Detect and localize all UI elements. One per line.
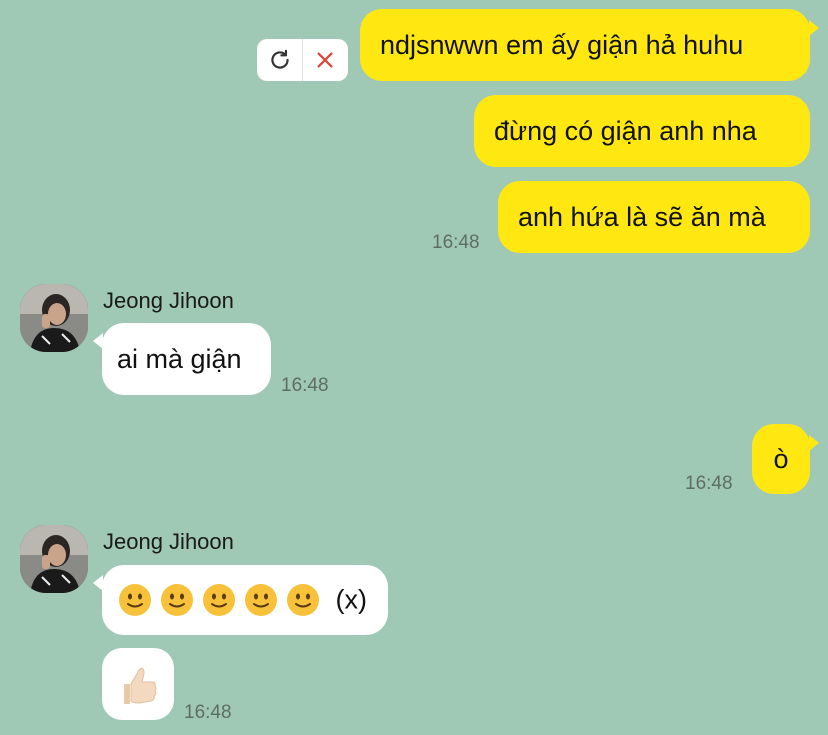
message-text: ai mà giận [117,344,242,374]
message-text: ndjsnwwn em ấy giận hả huhu [380,30,744,60]
incoming-message[interactable] [102,648,174,720]
outgoing-message[interactable]: ndjsnwwn em ấy giận hả huhu [360,9,810,81]
message-timestamp: 16:48 [184,702,232,723]
bubble-tail [93,333,103,349]
message-text: (x) [335,584,367,615]
slightly-smiling-face-icon [119,584,151,616]
slightly-smiling-face-icon [161,584,193,616]
message-timestamp: 16:48 [432,232,480,253]
bubble-tail [93,575,103,591]
sender-name: Jeong Jihoon [103,288,234,313]
bubble-tail [809,435,819,451]
slightly-smiling-face-icon [203,584,235,616]
delete-button[interactable] [303,39,348,81]
message-text: đừng có giận anh nha [494,116,757,146]
incoming-message[interactable]: ai mà giận [102,323,271,395]
incoming-message[interactable]: (x) [102,565,388,635]
avatar[interactable] [20,525,88,593]
emoji-row [118,583,328,616]
message-text: anh hứa là sẽ ăn mà [518,202,766,232]
thumbs-up-icon [124,667,157,704]
retry-button[interactable] [257,39,302,81]
close-icon [317,52,334,68]
message-text: ò [773,444,789,474]
message-timestamp: 16:48 [685,473,733,494]
outgoing-message[interactable]: anh hứa là sẽ ăn mà [498,181,810,253]
avatar[interactable] [20,284,88,352]
message-timestamp: 16:48 [281,375,329,396]
outgoing-message[interactable]: đừng có giận anh nha [474,95,810,167]
retry-icon [270,49,289,69]
bubble-tail [809,20,819,36]
slightly-smiling-face-icon [287,584,319,616]
outgoing-message[interactable]: ò [752,424,810,494]
slightly-smiling-face-icon [245,584,277,616]
failed-message-actions [257,39,348,81]
sender-name: Jeong Jihoon [103,529,234,554]
